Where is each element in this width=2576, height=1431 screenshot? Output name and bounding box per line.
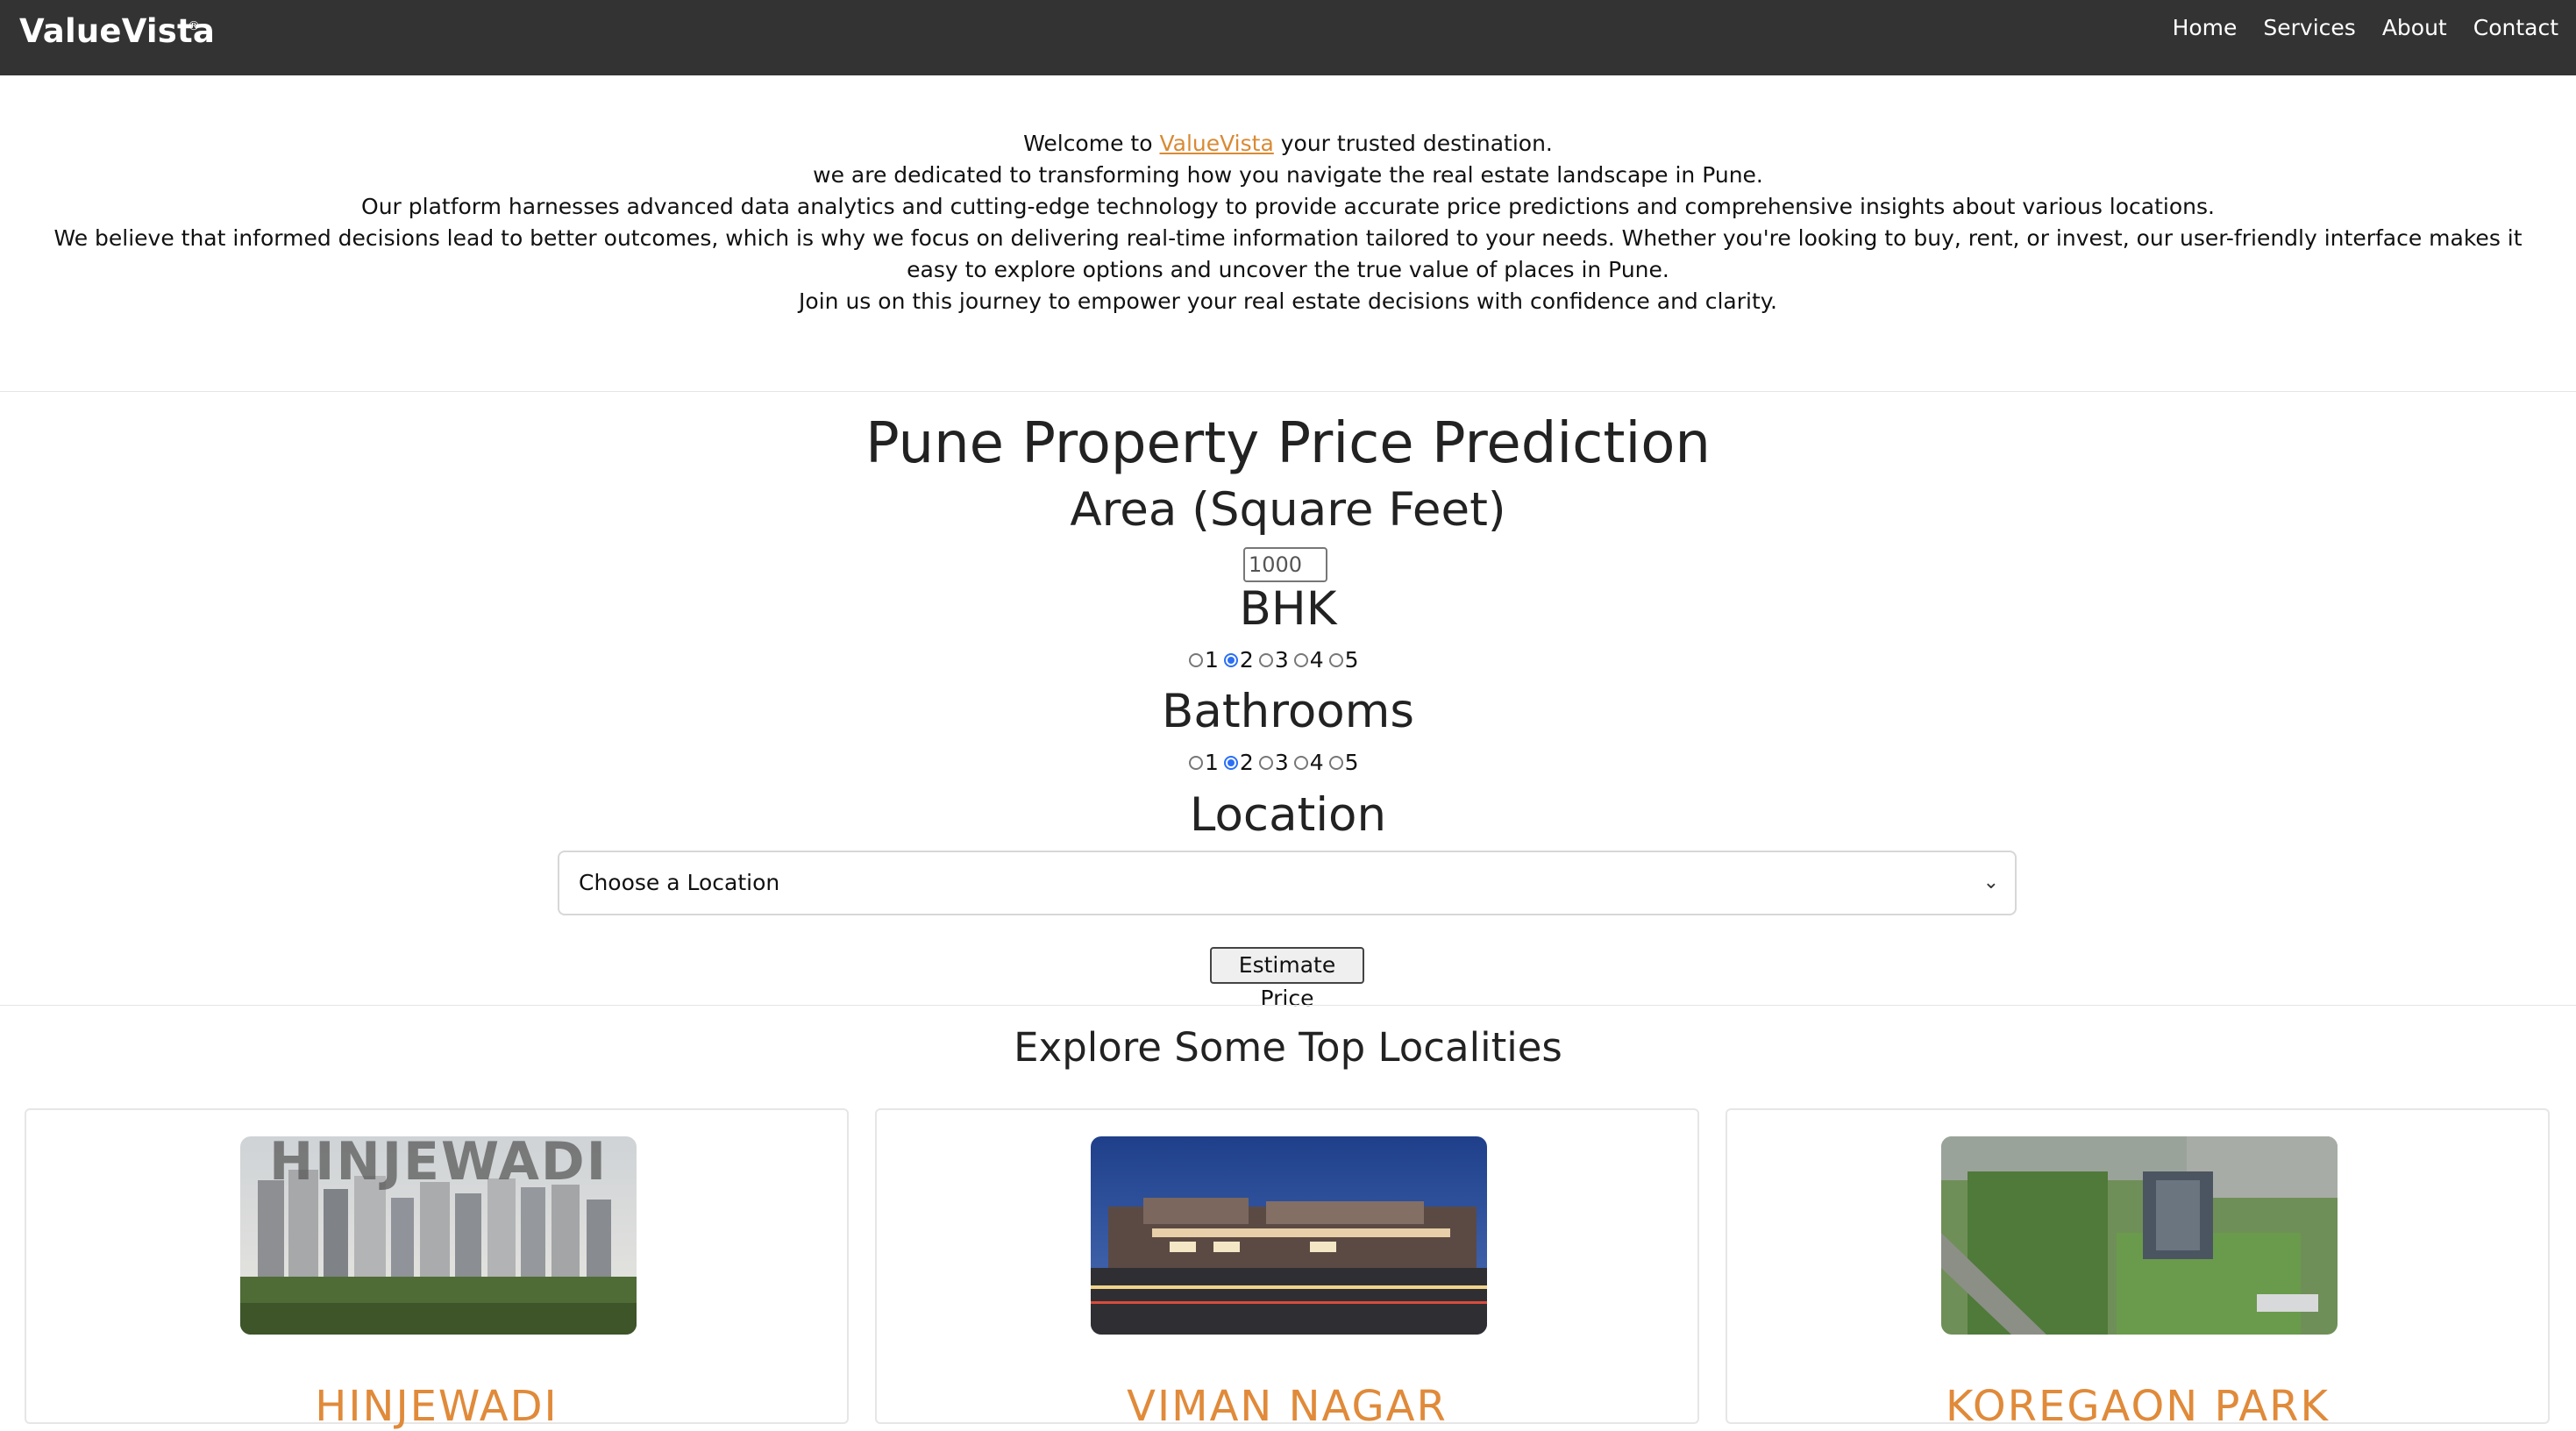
bhk-radio-3[interactable] [1258,652,1273,667]
location-select[interactable]: Choose a Location ⌄ [558,851,2017,915]
bath-option-label: 3 [1274,750,1289,775]
locality-name: KOREGAON PARK [1946,1382,2330,1431]
intro-line-1: Welcome to ValueVista your trusted desti… [26,128,2550,160]
bath-option-label: 2 [1239,750,1254,775]
bath-option-label: 5 [1344,750,1359,775]
bhk-radio-5[interactable] [1328,652,1343,667]
bath-radio-3[interactable] [1258,755,1273,770]
bhk-option-label: 5 [1344,647,1359,673]
locality-card-koregaon-park[interactable]: KOREGAON PARK [1726,1108,2550,1431]
nav-services-link[interactable]: Services [2263,12,2355,44]
bhk-option-label: 2 [1239,647,1254,673]
top-navbar: ValueVista ® Home Services About Contact [0,0,2576,75]
nav-about-link[interactable]: About [2382,12,2447,44]
hinjewadi-image: HINJEWADI [240,1136,637,1335]
koregaon-park-image [1941,1136,2338,1335]
estimate-price-button[interactable]: Estimate Price [1210,947,1364,1011]
bhk-radio-4[interactable] [1293,652,1308,667]
bathrooms-label: Bathrooms [1162,685,1414,738]
bath-radio-4[interactable] [1293,755,1308,770]
bhk-label: BHK [1239,582,1337,636]
intro-destination: your trusted destination. [1280,131,1553,156]
bathrooms-radio-group: 1 2 3 4 5 [1189,750,1364,775]
chevron-down-icon: ⌄ [1982,872,1999,893]
nav-home-link[interactable]: Home [2173,12,2238,44]
area-label: Area (Square Feet) [1070,483,1506,537]
intro-line-2: we are dedicated to transforming how you… [813,162,1763,188]
localities-title: Explore Some Top Localities [1014,1024,1562,1071]
registered-mark: ® [188,19,200,33]
bath-radio-5[interactable] [1328,755,1343,770]
nav-links: Home Services About Contact [2173,12,2558,44]
section-divider [0,391,2576,392]
intro-text: Welcome to ValueVista your trusted desti… [26,128,2550,317]
intro-brand-link[interactable]: ValueVista [1159,131,1273,156]
location-select-value: Choose a Location [579,870,780,895]
section-divider [0,1005,2576,1006]
bath-radio-2[interactable] [1223,755,1238,770]
locality-card-viman-nagar[interactable]: VIMAN NAGAR [875,1108,1699,1431]
bath-option-label: 1 [1205,750,1219,775]
locality-card-hinjewadi[interactable]: HINJEWADI HINJEWADI [25,1108,849,1431]
bath-option-label: 4 [1309,750,1324,775]
bhk-radio-group: 1 2 3 4 5 [1189,647,1364,673]
bhk-option-label: 1 [1205,647,1219,673]
bhk-radio-2[interactable] [1223,652,1238,667]
viman-nagar-image [1091,1136,1487,1335]
bath-radio-1[interactable] [1189,755,1203,770]
nav-contact-link[interactable]: Contact [2473,12,2558,44]
brand-logo[interactable]: ValueVista [19,12,215,50]
intro-line-5: Join us on this journey to empower your … [799,288,1777,314]
locality-name: VIMAN NAGAR [1127,1382,1448,1431]
intro-welcome: Welcome to [1023,131,1153,156]
intro-line-4: We believe that informed decisions lead … [53,225,2523,282]
hinjewadi-image-text: HINJEWADI [268,1136,608,1192]
bhk-option-label: 4 [1309,647,1324,673]
intro-line-3: Our platform harnesses advanced data ana… [361,194,2215,219]
bhk-radio-1[interactable] [1189,652,1203,667]
page-title: Pune Property Price Prediction [865,411,1711,476]
area-input[interactable] [1243,547,1327,582]
locality-name: HINJEWADI [315,1382,559,1431]
location-label: Location [1189,788,1387,842]
bhk-option-label: 3 [1274,647,1289,673]
